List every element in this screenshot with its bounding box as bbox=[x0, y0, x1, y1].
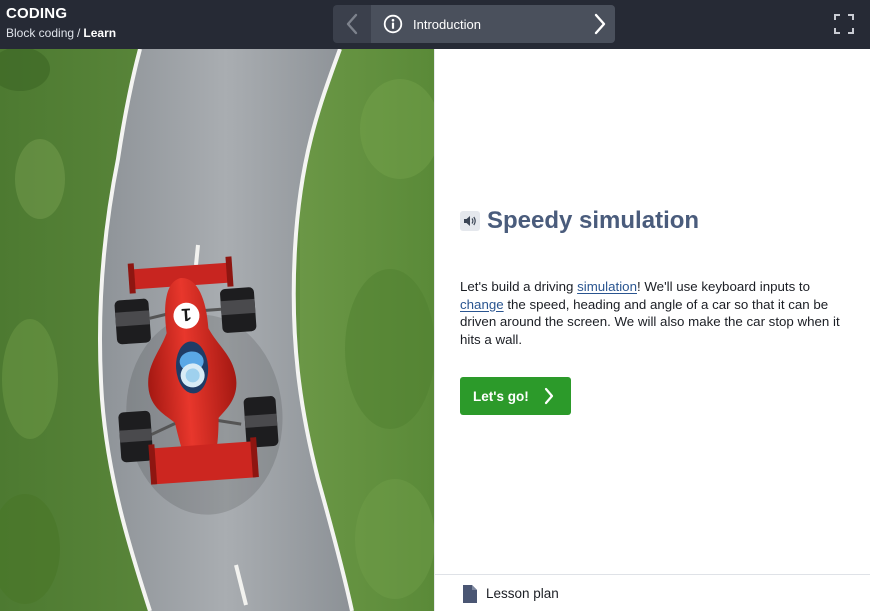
simulation-stage[interactable]: 1 bbox=[0, 49, 434, 611]
intro-text-part: ! We'll use keyboard inputs to bbox=[636, 279, 811, 294]
lesson-panel: Speedy simulation Let's build a driving … bbox=[434, 49, 870, 611]
document-icon bbox=[462, 584, 478, 604]
lets-go-button[interactable]: Let's go! bbox=[460, 377, 571, 415]
lesson-title: Speedy simulation bbox=[487, 207, 700, 234]
breadcrumb: Block coding / Learn bbox=[6, 26, 116, 40]
app-title: CODING bbox=[6, 5, 68, 22]
car-number: 1 bbox=[181, 304, 192, 325]
previous-step-button[interactable] bbox=[333, 5, 371, 43]
intro-text-part: the speed, heading and angle of a car so… bbox=[460, 296, 840, 347]
intro-text-part: Let's build a driving bbox=[460, 279, 578, 294]
top-bar: CODING Block coding / Learn Introduction bbox=[0, 0, 870, 49]
speaker-icon bbox=[464, 216, 476, 226]
glossary-link-change[interactable]: change bbox=[460, 297, 504, 312]
current-step-label: Introduction bbox=[413, 16, 481, 32]
breadcrumb-current: Learn bbox=[83, 26, 117, 40]
lesson-heading: Speedy simulation bbox=[460, 207, 699, 235]
glossary-link-simulation[interactable]: simulation bbox=[577, 279, 637, 294]
current-step-button[interactable]: Introduction bbox=[371, 5, 615, 43]
fullscreen-icon bbox=[834, 14, 854, 34]
chevron-right-icon bbox=[543, 386, 555, 406]
lesson-plan-label: Lesson plan bbox=[486, 586, 559, 601]
lets-go-label: Let's go! bbox=[473, 388, 529, 404]
breadcrumb-parent[interactable]: Block coding bbox=[6, 26, 74, 40]
lesson-plan-link[interactable]: Lesson plan bbox=[435, 574, 870, 612]
fullscreen-button[interactable] bbox=[834, 14, 854, 34]
chevron-left-icon bbox=[346, 13, 358, 35]
lesson-intro: Let's build a driving simulation! We'll … bbox=[460, 278, 845, 348]
breadcrumb-separator: / bbox=[77, 26, 81, 40]
next-step-button[interactable] bbox=[593, 5, 607, 43]
read-aloud-button[interactable] bbox=[460, 211, 480, 231]
step-navigation: Introduction bbox=[333, 5, 615, 43]
chevron-right-icon bbox=[594, 13, 606, 35]
info-icon bbox=[383, 14, 403, 34]
race-track-scene: 1 bbox=[0, 49, 434, 611]
